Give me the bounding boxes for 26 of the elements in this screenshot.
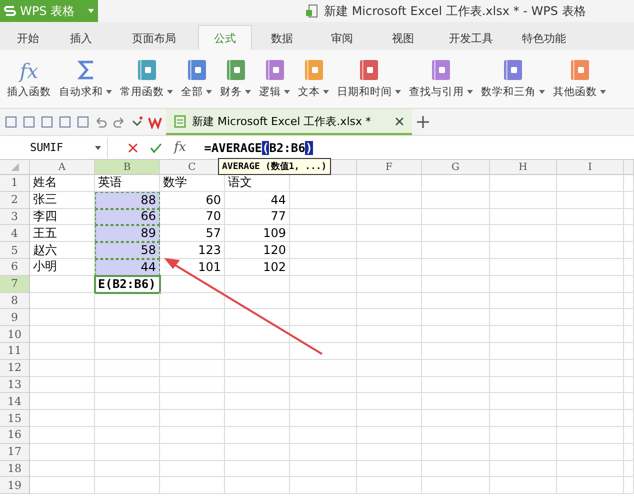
table-cell: 70 — [160, 208, 225, 226]
window-title: 新建 Microsoft Excel 工作表.xlsx * - WPS 表格 — [324, 2, 586, 20]
table-cell: 89 — [95, 225, 160, 242]
table-cell: 88 — [95, 192, 160, 209]
table-cell: 60 — [160, 192, 225, 209]
table-cell: 赵六 — [30, 242, 95, 259]
table-cell: 44 — [225, 192, 290, 209]
function-tooltip: AVERAGE (数值1, ...) — [218, 158, 331, 175]
function-icon: fx — [20, 59, 38, 81]
table-cell: 张三 — [30, 192, 95, 209]
table-cell: 102 — [225, 258, 290, 276]
document-tab-label: 新建 Microsoft Excel 工作表.xlsx * — [192, 114, 371, 128]
table-cell: 77 — [225, 208, 290, 226]
table-cell: 英语 — [95, 175, 160, 192]
table-cell: 109 — [225, 225, 290, 242]
table-cell: 66 — [95, 208, 160, 226]
table-cell: 李四 — [30, 208, 95, 226]
table-cell: 57 — [160, 225, 225, 242]
table-cell: 120 — [225, 242, 290, 259]
table-cell: 语文 — [225, 175, 290, 192]
table-cell: 王五 — [30, 225, 95, 242]
table-cell: 数学 — [160, 175, 225, 192]
table-cell: 小明 — [30, 258, 95, 276]
table-cell: 姓名 — [30, 175, 95, 192]
table-cell: 44 — [95, 258, 160, 276]
table-cell: 58 — [95, 242, 160, 259]
